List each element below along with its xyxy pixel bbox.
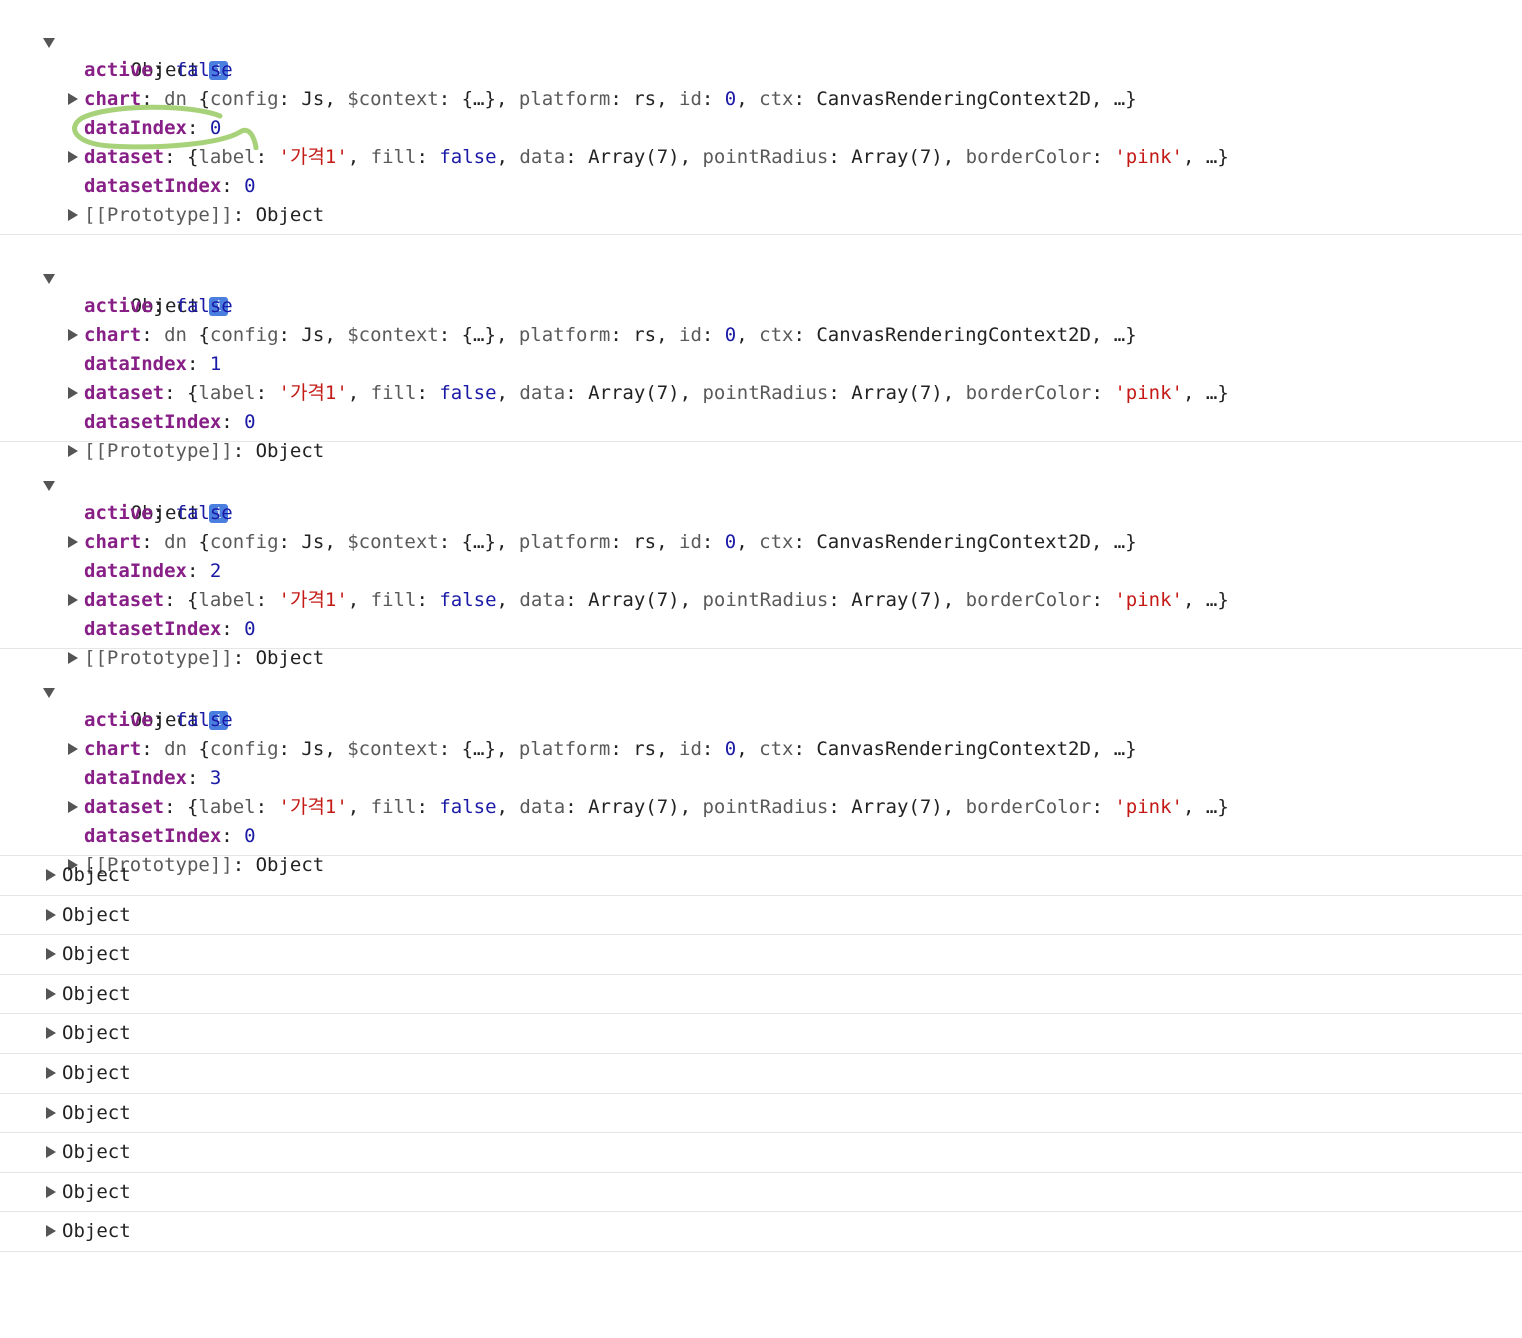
property-dataIndex: dataIndex: 2 (84, 560, 222, 582)
property-chart[interactable]: chart: dn {config: Js, $context: {…}, pl… (0, 735, 1522, 764)
property-active: active: false (84, 502, 233, 524)
triangle-right-icon[interactable] (46, 987, 56, 1000)
property-dataIndex: dataIndex: 1 (84, 353, 222, 375)
property-dataIndex: dataIndex: 0 (84, 117, 222, 139)
triangle-down-icon[interactable] (43, 274, 55, 284)
console-output: Object i active: false chart: dn {config:… (0, 0, 1522, 1252)
console-message-object-collapsed[interactable]: Object (0, 1014, 1522, 1054)
console-message-object-collapsed[interactable]: Object (0, 1173, 1522, 1213)
triangle-right-icon[interactable] (46, 948, 56, 961)
console-message-object-collapsed[interactable]: Object (0, 896, 1522, 936)
property-active: active: false (84, 295, 233, 317)
object-label: Object (62, 1101, 131, 1124)
object-header[interactable]: Object i (0, 263, 1522, 317)
property-datasetIndex: datasetIndex: 0 (84, 825, 256, 847)
console-message-object: Object i active: false chart: dn {config:… (0, 235, 1522, 462)
triangle-right-icon[interactable] (46, 1185, 56, 1198)
object-header[interactable]: Object i (0, 677, 1522, 731)
triangle-right-icon[interactable] (46, 1066, 56, 1079)
triangle-right-icon[interactable] (68, 209, 78, 221)
triangle-right-icon[interactable] (68, 743, 78, 755)
property-datasetIndex: datasetIndex: 0 (84, 175, 256, 197)
triangle-down-icon[interactable] (43, 688, 55, 698)
triangle-right-icon[interactable] (46, 908, 56, 921)
triangle-right-icon[interactable] (68, 536, 78, 548)
property-datasetIndex: datasetIndex: 0 (84, 411, 256, 433)
triangle-right-icon[interactable] (46, 869, 56, 881)
property-prototype[interactable]: [[Prototype]]: Object (0, 201, 1522, 230)
property-dataIndex: dataIndex: 3 (84, 767, 222, 789)
triangle-right-icon[interactable] (46, 1106, 56, 1119)
console-message-object-collapsed[interactable]: Object (0, 1054, 1522, 1094)
object-header[interactable]: Object i (0, 27, 1522, 81)
console-message-object: Object i active: false chart: dn {config:… (0, 0, 1522, 235)
triangle-right-icon[interactable] (46, 1225, 56, 1238)
console-message-object: Object i active: false chart: dn {config:… (0, 442, 1522, 669)
triangle-right-icon[interactable] (68, 93, 78, 105)
object-label: Object (62, 1220, 131, 1243)
console-message-object: Object i active: false chart: dn {config:… (0, 649, 1522, 876)
console-message-object-collapsed[interactable]: Object (0, 1133, 1522, 1173)
console-message-object-collapsed[interactable]: Object (0, 1094, 1522, 1134)
object-label: Object (62, 1022, 131, 1045)
object-header[interactable]: Object i (0, 470, 1522, 524)
property-dataset[interactable]: dataset: {label: '가격1', fill: false, dat… (0, 793, 1522, 822)
triangle-right-icon[interactable] (46, 1027, 56, 1040)
property-dataset[interactable]: dataset: {label: '가격1', fill: false, dat… (0, 586, 1522, 615)
object-label: Object (62, 1180, 131, 1203)
object-label: Object (62, 864, 131, 886)
triangle-right-icon[interactable] (68, 387, 78, 399)
property-dataset[interactable]: dataset: {label: '가격1', fill: false, dat… (0, 379, 1522, 408)
triangle-down-icon[interactable] (43, 38, 55, 48)
object-label: Object (62, 943, 131, 966)
console-message-object-collapsed[interactable]: Object (0, 935, 1522, 975)
property-chart[interactable]: chart: dn {config: Js, $context: {…}, pl… (0, 321, 1522, 350)
property-datasetIndex: datasetIndex: 0 (84, 618, 256, 640)
triangle-right-icon[interactable] (46, 1146, 56, 1159)
console-message-object-collapsed[interactable]: Object (0, 975, 1522, 1015)
object-label: Object (62, 982, 131, 1005)
property-dataset[interactable]: dataset: {label: '가격1', fill: false, dat… (0, 143, 1522, 172)
triangle-right-icon[interactable] (68, 594, 78, 606)
property-chart[interactable]: chart: dn {config: Js, $context: {…}, pl… (0, 85, 1522, 114)
triangle-right-icon[interactable] (68, 151, 78, 163)
object-label: Object (62, 1141, 131, 1164)
triangle-down-icon[interactable] (43, 481, 55, 491)
property-chart[interactable]: chart: dn {config: Js, $context: {…}, pl… (0, 528, 1522, 557)
console-message-object-collapsed[interactable]: Object (0, 1212, 1522, 1252)
property-active: active: false (84, 709, 233, 731)
console-message-object-collapsed[interactable]: Object (0, 856, 1522, 896)
triangle-right-icon[interactable] (68, 801, 78, 813)
triangle-right-icon[interactable] (68, 329, 78, 341)
object-label: Object (62, 903, 131, 926)
object-label: Object (62, 1061, 131, 1084)
property-active: active: false (84, 59, 233, 81)
